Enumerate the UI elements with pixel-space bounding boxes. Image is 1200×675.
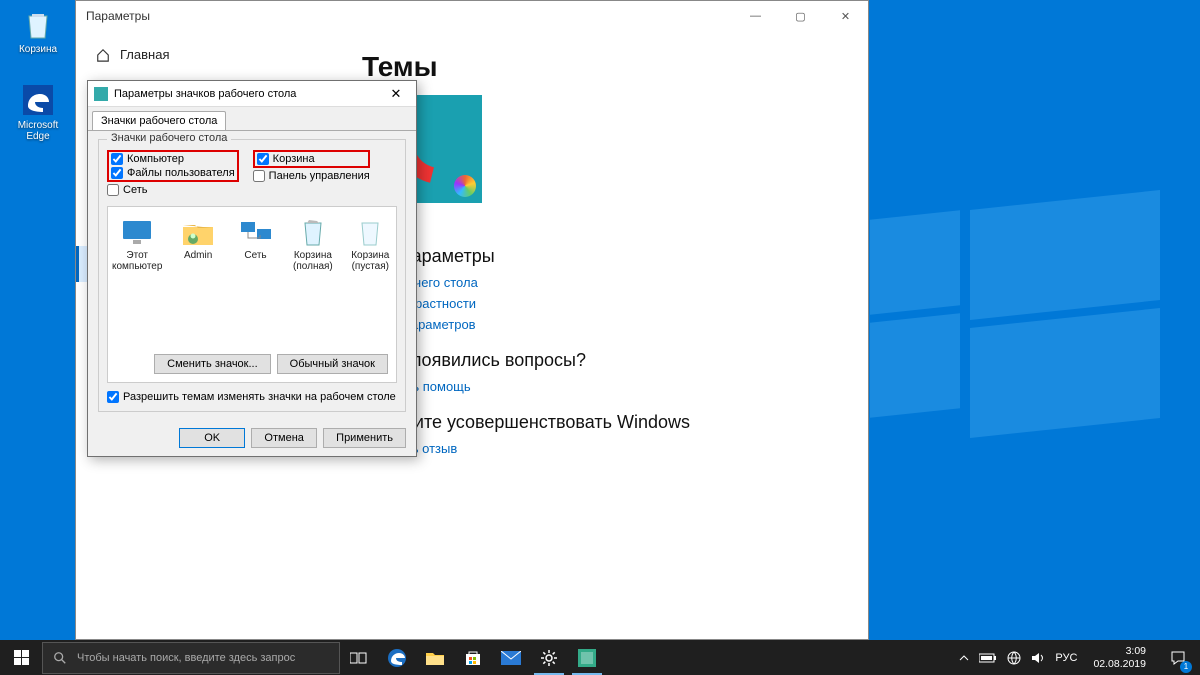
change-icon-button[interactable]: Сменить значок...	[154, 354, 271, 374]
highlight-box-right: Корзина	[253, 150, 370, 168]
link-sync-settings[interactable]: ваших параметров	[362, 317, 842, 332]
recycle-bin-icon	[20, 6, 56, 42]
taskbar-app[interactable]	[568, 640, 606, 675]
color-wheel-icon	[454, 175, 476, 197]
desktop-icons-dialog: Параметры значков рабочего стола ✕ Значк…	[87, 80, 417, 457]
start-button[interactable]	[0, 640, 42, 675]
wallpaper-shape	[970, 190, 1160, 320]
tray-network-icon[interactable]	[1007, 651, 1021, 665]
group-title: Значки рабочего стола	[107, 132, 231, 144]
taskbar-explorer[interactable]	[416, 640, 454, 675]
task-view-button[interactable]	[340, 640, 378, 675]
sidebar-home-label: Главная	[120, 47, 169, 62]
link-get-help[interactable]: Получить помощь	[362, 379, 842, 394]
notification-badge: 1	[1180, 661, 1192, 673]
wallpaper-shape	[870, 313, 960, 417]
clock-date: 02.08.2019	[1093, 658, 1146, 670]
link-desktop-icons[interactable]: ков рабочего стола	[362, 275, 842, 290]
close-button[interactable]: ✕	[823, 1, 868, 31]
tab-desktop-icons[interactable]: Значки рабочего стола	[92, 111, 226, 130]
taskbar-search[interactable]: Чтобы начать поиск, введите здесь запрос	[42, 642, 340, 674]
default-icon-button[interactable]: Обычный значок	[277, 354, 388, 374]
desktop-icons-group: Значки рабочего стола Компьютер Файлы по…	[98, 139, 406, 412]
edge-icon	[20, 82, 56, 118]
desktop-icon-label: Корзина	[8, 44, 68, 55]
icon-network[interactable]: Сеть	[234, 217, 277, 272]
taskbar-store[interactable]	[454, 640, 492, 675]
dialog-title-text: Параметры значков рабочего стола	[114, 88, 296, 100]
minimize-button[interactable]: —	[733, 1, 778, 31]
ok-button[interactable]: OK	[179, 428, 245, 448]
icon-this-pc[interactable]: Этот компьютер	[112, 217, 162, 272]
clock-time: 3:09	[1093, 645, 1146, 657]
improve-heading: Помогите усовершенствовать Windows	[362, 412, 842, 433]
link-feedback[interactable]: Оставить отзыв	[362, 441, 842, 456]
search-placeholder: Чтобы начать поиск, введите здесь запрос	[77, 652, 295, 664]
page-title: Темы	[362, 51, 842, 83]
tray-language[interactable]: РУС	[1055, 652, 1077, 664]
icon-preview-grid: Этот компьютер Admin Сеть Корзина (полна…	[110, 211, 394, 278]
search-icon	[53, 651, 67, 665]
icon-admin[interactable]: Admin	[176, 217, 219, 272]
cancel-button[interactable]: Отмена	[251, 428, 317, 448]
icon-bin-full[interactable]: Корзина (полная)	[291, 217, 334, 272]
dialog-close-button[interactable]: ✕	[382, 86, 410, 102]
wallpaper-shape	[870, 210, 960, 314]
checkbox-computer[interactable]: Компьютер	[111, 153, 235, 165]
desktop-edge[interactable]: Microsoft Edge	[8, 82, 68, 142]
theme-caption: рвуки	[362, 214, 842, 228]
questions-heading: У вас появились вопросы?	[362, 350, 842, 371]
window-title: Параметры	[86, 9, 150, 23]
checkbox-controlpanel[interactable]: Панель управления	[253, 170, 370, 182]
taskbar-settings[interactable]	[530, 640, 568, 675]
related-heading: щие параметры	[362, 246, 842, 267]
dialog-icon	[94, 87, 108, 101]
sidebar-home[interactable]: Главная	[76, 39, 336, 70]
maximize-button[interactable]: ▢	[778, 1, 823, 31]
checkbox-recyclebin[interactable]: Корзина	[257, 153, 366, 165]
apply-button[interactable]: Применить	[323, 428, 406, 448]
taskbar-edge[interactable]	[378, 640, 416, 675]
icon-bin-empty[interactable]: Корзина (пустая)	[349, 217, 392, 272]
highlight-box-left: Компьютер Файлы пользователя	[107, 150, 239, 182]
checkbox-allow-themes[interactable]: Разрешить темам изменять значки на рабоч…	[107, 391, 397, 403]
settings-titlebar[interactable]: Параметры — ▢ ✕	[76, 1, 868, 31]
system-tray: РУС 3:09 02.08.2019 1	[959, 640, 1200, 675]
tray-battery-icon[interactable]	[979, 653, 997, 663]
checkbox-userfiles[interactable]: Файлы пользователя	[111, 167, 235, 179]
tray-clock[interactable]: 3:09 02.08.2019	[1087, 645, 1152, 669]
taskbar-mail[interactable]	[492, 640, 530, 675]
desktop-recycle-bin[interactable]: Корзина	[8, 6, 68, 55]
action-center-button[interactable]: 1	[1162, 640, 1194, 675]
wallpaper-shape	[970, 308, 1160, 438]
home-icon	[96, 48, 110, 62]
taskbar: Чтобы начать поиск, введите здесь запрос…	[0, 640, 1200, 675]
tray-chevron-icon[interactable]	[959, 653, 969, 663]
dialog-titlebar[interactable]: Параметры значков рабочего стола ✕	[88, 81, 416, 107]
desktop-icon-label: Microsoft Edge	[8, 120, 68, 142]
link-high-contrast[interactable]: жой контрастности	[362, 296, 842, 311]
windows-logo-icon	[14, 650, 29, 665]
tray-volume-icon[interactable]	[1031, 652, 1045, 664]
checkbox-network[interactable]: Сеть	[107, 184, 397, 196]
